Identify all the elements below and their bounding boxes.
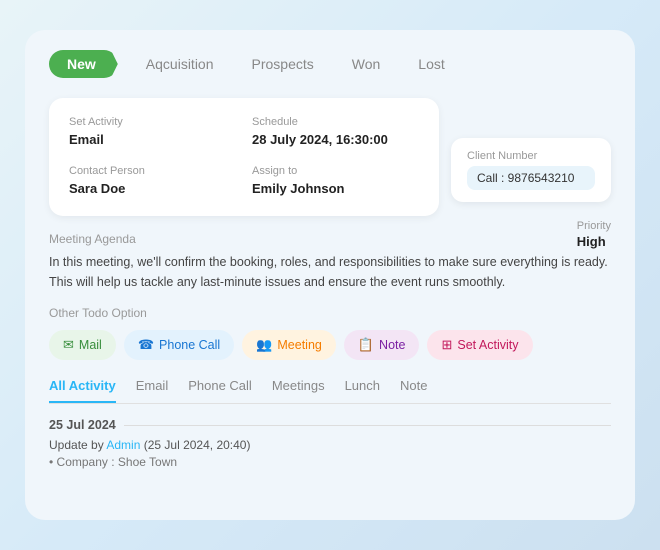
activity-info-card: Set Activity Email Schedule 28 July 2024…	[49, 98, 439, 216]
schedule-label: Schedule	[252, 116, 419, 128]
assign-value: Emily Johnson	[252, 181, 344, 196]
todo-label: Other Todo Option	[49, 306, 611, 320]
tab-phone-activity[interactable]: Phone Call	[188, 378, 252, 403]
pipeline-tabs: New Aqcuisition Prospects Won Lost	[49, 50, 611, 78]
contact-value: Sara Doe	[69, 181, 125, 196]
set-activity-icon: ⊞	[441, 337, 452, 353]
log-update-text: Update by	[49, 438, 104, 452]
meeting-label: Meeting	[277, 338, 321, 352]
meeting-button[interactable]: 👥 Meeting	[242, 330, 336, 360]
tab-acquisition[interactable]: Aqcuisition	[136, 50, 224, 78]
note-button[interactable]: 📋 Note	[344, 330, 420, 360]
tab-email-activity[interactable]: Email	[136, 378, 169, 403]
priority-label: Priority	[577, 220, 611, 232]
client-number-card: Client Number Call : 9876543210	[451, 138, 611, 202]
set-activity-label: Set Activity	[69, 116, 236, 128]
agenda-text: In this meeting, we'll confirm the booki…	[49, 252, 611, 292]
note-icon: 📋	[358, 337, 374, 353]
contact-field: Contact Person Sara Doe	[69, 165, 236, 198]
set-activity-btn-label: Set Activity	[457, 338, 518, 352]
phone-call-button[interactable]: ☎ Phone Call	[124, 330, 234, 360]
tab-won[interactable]: Won	[342, 50, 391, 78]
mail-label: Mail	[79, 338, 102, 352]
set-activity-button[interactable]: ⊞ Set Activity	[427, 330, 532, 360]
main-card: New Aqcuisition Prospects Won Lost Set A…	[25, 30, 635, 520]
tab-all-activity[interactable]: All Activity	[49, 378, 116, 403]
note-label: Note	[379, 338, 405, 352]
mail-button[interactable]: ✉ Mail	[49, 330, 116, 360]
tab-meetings-activity[interactable]: Meetings	[272, 378, 325, 403]
activity-tabs: All Activity Email Phone Call Meetings L…	[49, 378, 611, 404]
phone-icon: ☎	[138, 337, 154, 353]
agenda-section: Meeting Agenda In this meeting, we'll co…	[49, 232, 611, 292]
contact-label: Contact Person	[69, 165, 236, 177]
schedule-value: 28 July 2024, 16:30:00	[252, 132, 388, 147]
mail-icon: ✉	[63, 337, 74, 353]
tab-new[interactable]: New	[49, 50, 118, 78]
priority-section: Priority High	[577, 220, 611, 249]
set-activity-field: Set Activity Email	[69, 116, 236, 149]
tab-prospects[interactable]: Prospects	[242, 50, 324, 78]
assign-label: Assign to	[252, 165, 419, 177]
tab-lunch-activity[interactable]: Lunch	[345, 378, 380, 403]
schedule-field: Schedule 28 July 2024, 16:30:00	[252, 116, 419, 149]
meeting-icon: 👥	[256, 337, 272, 353]
priority-value: High	[577, 234, 611, 249]
agenda-title: Meeting Agenda	[49, 232, 611, 246]
tab-lost[interactable]: Lost	[408, 50, 454, 78]
log-date: 25 Jul 2024	[49, 418, 611, 432]
set-activity-value: Email	[69, 132, 104, 147]
log-time: (25 Jul 2024, 20:40)	[144, 438, 251, 452]
assign-field: Assign to Emily Johnson	[252, 165, 419, 198]
phone-label: Phone Call	[159, 338, 220, 352]
todo-buttons: ✉ Mail ☎ Phone Call 👥 Meeting 📋 Note ⊞ S…	[49, 330, 611, 360]
tab-note-activity[interactable]: Note	[400, 378, 427, 403]
log-sub: • Company : Shoe Town	[49, 455, 611, 469]
client-number-label: Client Number	[467, 150, 595, 162]
admin-link[interactable]: Admin	[106, 438, 140, 452]
log-entry: Update by Admin (25 Jul 2024, 20:40)	[49, 438, 611, 452]
client-number-badge: Call : 9876543210	[467, 166, 595, 190]
